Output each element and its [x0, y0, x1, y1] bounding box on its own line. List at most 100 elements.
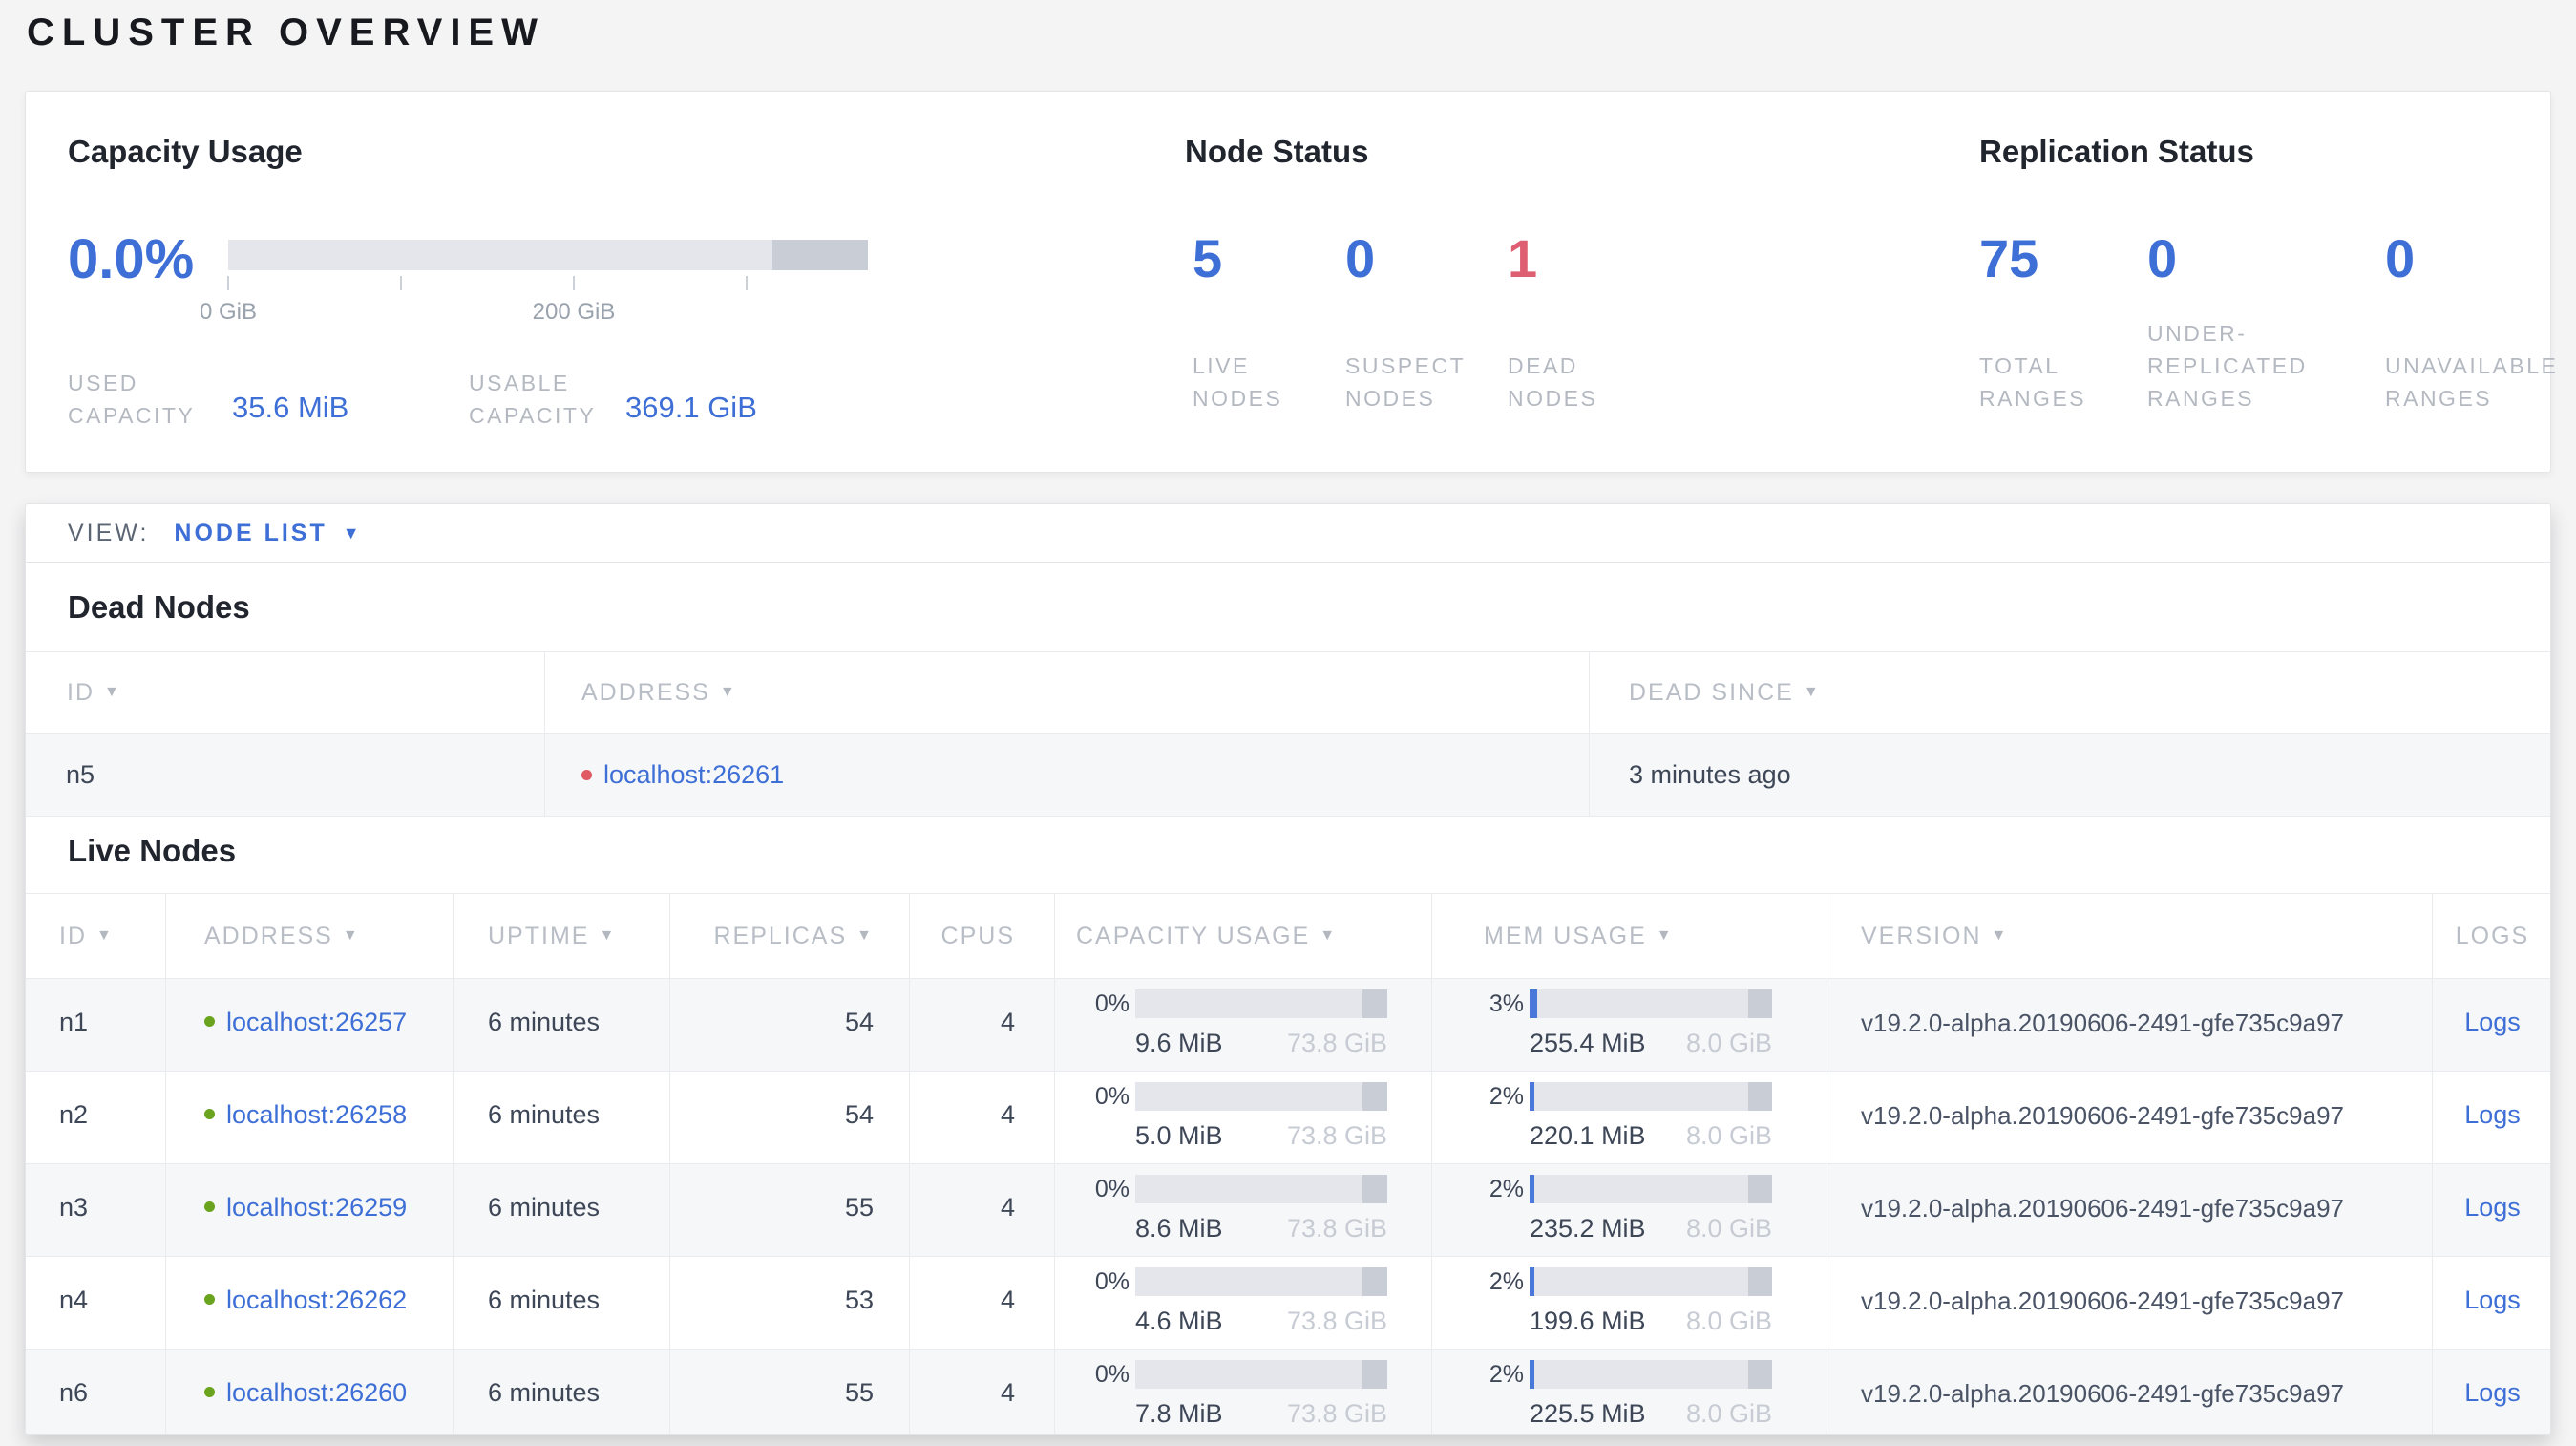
- mem-bar: [1530, 1267, 1772, 1296]
- column-header-replicas[interactable]: REPLICAS ▼: [670, 894, 910, 978]
- logs-link[interactable]: Logs: [2464, 1378, 2521, 1407]
- replication-status-title: Replication Status: [1979, 134, 2254, 169]
- replicas-value: 54: [670, 1072, 910, 1163]
- uptime-value: 6 minutes: [454, 1257, 670, 1349]
- node-list-card: VIEW: NODE LIST ▼ Dead Nodes ID ▼ ADDRESS…: [25, 503, 2551, 1435]
- column-header-id[interactable]: ID ▼: [26, 652, 545, 733]
- node-address-cell: localhost:26260: [166, 1350, 454, 1434]
- table-row: n5 localhost:26261 3 minutes ago: [26, 734, 2550, 817]
- node-address-link[interactable]: localhost:26260: [226, 1378, 407, 1434]
- column-header-capacity-usage[interactable]: CAPACITY USAGE ▼: [1055, 894, 1432, 978]
- sort-arrow-icon: ▼: [1320, 927, 1338, 944]
- capacity-bar: [1135, 1175, 1387, 1203]
- capacity-reserved-segment: [771, 240, 868, 270]
- logs-cell: Logs: [2433, 1257, 2550, 1349]
- column-header-logs: LOGS: [2455, 922, 2530, 949]
- logs-link[interactable]: Logs: [2464, 1286, 2521, 1314]
- capacity-usage-percent: 0.0%: [68, 228, 195, 290]
- under-replicated-count: 0: [2147, 228, 2178, 288]
- axis-tick: [746, 276, 748, 290]
- logs-link[interactable]: Logs: [2464, 1100, 2521, 1129]
- uptime-value: 6 minutes: [454, 979, 670, 1071]
- node-address-link[interactable]: localhost:26258: [226, 1100, 407, 1163]
- replicas-value: 54: [670, 979, 910, 1071]
- live-status-dot: [204, 1387, 215, 1397]
- sort-arrow-icon: ▼: [104, 684, 121, 700]
- live-nodes-section-title: Live Nodes: [68, 833, 237, 868]
- dead-nodes-count: 1: [1508, 228, 1538, 288]
- mem-usage-cell: 2% 235.2 MiB 8.0 GiB: [1432, 1164, 1826, 1256]
- cluster-summary-card: Capacity Usage 0.0% 0 GiB 200 GiB USED C…: [25, 91, 2556, 473]
- node-address-link[interactable]: localhost:26257: [226, 1008, 407, 1071]
- column-header-version[interactable]: VERSION ▼: [1826, 894, 2433, 978]
- logs-link[interactable]: Logs: [2464, 1008, 2521, 1036]
- version-value: v19.2.0-alpha.20190606-2491-gfe735c9a97: [1826, 1350, 2433, 1434]
- live-status-dot: [204, 1294, 215, 1305]
- replicas-value: 55: [670, 1350, 910, 1434]
- capacity-usage-cell: 0% 7.8 MiB 73.8 GiB: [1055, 1350, 1432, 1434]
- cpus-value: 4: [910, 1350, 1055, 1434]
- cpus-value: 4: [910, 979, 1055, 1071]
- table-row: n6 localhost:26260 6 minutes 55 4 0% 7.8…: [26, 1350, 2550, 1434]
- live-nodes-table-header: ID ▼ ADDRESS ▼ UPTIME ▼ REPLICAS ▼ CPUS CAPA…: [26, 893, 2550, 979]
- capacity-axis: 0 GiB 200 GiB: [200, 270, 868, 328]
- sort-arrow-icon: ▼: [599, 927, 617, 944]
- column-header-uptime[interactable]: UPTIME ▼: [454, 894, 670, 978]
- capacity-usage-bar: [228, 240, 868, 270]
- used-capacity-value: 35.6 MiB: [232, 391, 349, 424]
- cpus-value: 4: [910, 1072, 1055, 1163]
- live-nodes-table-body: n1 localhost:26257 6 minutes 54 4 0% 9.6…: [26, 979, 2550, 1434]
- node-id: n6: [26, 1350, 166, 1434]
- dead-nodes-table-header: ID ▼ ADDRESS ▼ DEAD SINCE ▼: [26, 651, 2550, 734]
- unavailable-label: UNAVAILABLE RANGES: [2385, 353, 2559, 411]
- node-address-cell: localhost:26262: [166, 1257, 454, 1349]
- sort-arrow-icon: ▼: [342, 927, 360, 944]
- mem-bar: [1530, 1175, 1772, 1203]
- uptime-value: 6 minutes: [454, 1164, 670, 1256]
- logs-link[interactable]: Logs: [2464, 1193, 2521, 1222]
- sort-arrow-icon: ▼: [1803, 684, 1821, 700]
- column-header-cpus: CPUS: [910, 894, 1055, 978]
- node-id: n1: [26, 979, 166, 1071]
- column-header-address[interactable]: ADDRESS ▼: [166, 894, 454, 978]
- logs-cell: Logs: [2433, 1072, 2550, 1163]
- axis-tick: [573, 276, 575, 290]
- mem-bar: [1530, 989, 1772, 1018]
- version-value: v19.2.0-alpha.20190606-2491-gfe735c9a97: [1826, 1257, 2433, 1349]
- node-address-link[interactable]: localhost:26259: [226, 1193, 407, 1256]
- column-header-dead-since[interactable]: DEAD SINCE ▼: [1590, 652, 2550, 733]
- logs-cell: Logs: [2433, 979, 2550, 1071]
- column-header-mem-usage[interactable]: MEM USAGE ▼: [1432, 894, 1826, 978]
- uptime-value: 6 minutes: [454, 1350, 670, 1434]
- capacity-bar: [1135, 1082, 1387, 1111]
- column-header-id[interactable]: ID ▼: [26, 894, 166, 978]
- suspect-nodes-label: SUSPECT NODES: [1345, 353, 1466, 411]
- capacity-usage-title: Capacity Usage: [68, 134, 303, 169]
- view-dropdown[interactable]: NODE LIST ▼: [174, 520, 359, 547]
- sort-arrow-icon: ▼: [96, 927, 114, 944]
- live-nodes-count: 5: [1193, 228, 1223, 288]
- view-dropdown-value: NODE LIST: [174, 519, 327, 546]
- table-row: n1 localhost:26257 6 minutes 54 4 0% 9.6…: [26, 979, 2550, 1072]
- dead-nodes-section-title: Dead Nodes: [68, 589, 250, 625]
- table-row: n3 localhost:26259 6 minutes 55 4 0% 8.6…: [26, 1164, 2550, 1257]
- dead-nodes-label: DEAD NODES: [1508, 353, 1598, 411]
- node-address-cell: localhost:26261: [545, 734, 1590, 816]
- total-ranges-label: TOTAL RANGES: [1979, 353, 2087, 411]
- axis-tick: [227, 276, 229, 290]
- replicas-value: 53: [670, 1257, 910, 1349]
- node-address-link[interactable]: localhost:26261: [603, 760, 784, 790]
- node-address-link[interactable]: localhost:26262: [226, 1286, 407, 1349]
- capacity-bar: [1135, 989, 1387, 1018]
- capacity-usage-cell: 0% 8.6 MiB 73.8 GiB: [1055, 1164, 1432, 1256]
- table-row: n2 localhost:26258 6 minutes 54 4 0% 5.0…: [26, 1072, 2550, 1164]
- node-id: n3: [26, 1164, 166, 1256]
- uptime-value: 6 minutes: [454, 1072, 670, 1163]
- sort-arrow-icon: ▼: [1991, 927, 2009, 944]
- column-header-address[interactable]: ADDRESS ▼: [545, 652, 1590, 733]
- sort-arrow-icon: ▼: [719, 684, 737, 700]
- live-status-dot: [204, 1201, 215, 1212]
- node-address-cell: localhost:26257: [166, 979, 454, 1071]
- axis-tick-label: 0 GiB: [199, 299, 258, 325]
- chevron-down-icon: ▼: [342, 522, 360, 542]
